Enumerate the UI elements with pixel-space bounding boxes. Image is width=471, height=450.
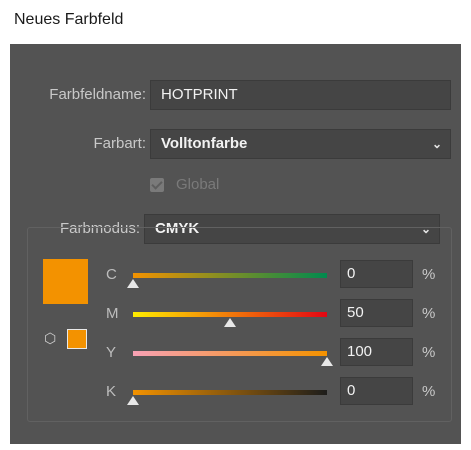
channel-m-slider[interactable]	[133, 312, 327, 317]
channel-k-value: 0	[347, 382, 356, 399]
channel-c-label: C	[106, 266, 117, 283]
global-label: Global	[176, 176, 220, 193]
color-type-select[interactable]: Volltonfarbe ⌄	[150, 129, 451, 159]
window-title: Neues Farbfeld	[14, 11, 124, 28]
channel-k-unit: %	[422, 383, 436, 400]
gamut-swatch[interactable]	[67, 329, 87, 349]
channel-m-slider-thumb[interactable]	[224, 318, 236, 327]
channel-c-input[interactable]: 0	[340, 260, 413, 288]
channel-y-value: 100	[347, 343, 373, 360]
swatch-name-value: HOTPRINT	[161, 86, 238, 103]
channel-c-unit: %	[422, 266, 436, 283]
channel-m-unit: %	[422, 305, 436, 322]
global-checkbox[interactable]	[150, 178, 164, 192]
channel-k-slider[interactable]	[133, 390, 327, 395]
channel-k-input[interactable]: 0	[340, 377, 413, 405]
swatch-name-label: Farbfeldname:	[49, 86, 146, 103]
channel-y-input[interactable]: 100	[340, 338, 413, 366]
color-type-value: Volltonfarbe	[161, 135, 248, 152]
channel-c-slider-thumb[interactable]	[127, 279, 139, 288]
channel-k-label: K	[106, 383, 117, 400]
color-type-label: Farbart:	[93, 135, 146, 152]
channel-y-unit: %	[422, 344, 436, 361]
cube-icon[interactable]: ⬡	[44, 330, 56, 347]
channel-c-value: 0	[347, 265, 356, 282]
channel-m-value: 50	[347, 304, 364, 321]
channel-y-slider[interactable]	[133, 351, 327, 356]
chevron-down-icon: ⌄	[431, 137, 442, 151]
channel-y-slider-thumb[interactable]	[321, 357, 333, 366]
channel-k-slider-thumb[interactable]	[127, 396, 139, 405]
channel-m-label: M	[106, 305, 119, 322]
channel-c-slider[interactable]	[133, 273, 327, 278]
title-bar: Neues Farbfeld	[0, 0, 471, 44]
channel-m-input[interactable]: 50	[340, 299, 413, 327]
channel-y-label: Y	[106, 344, 117, 361]
swatch-name-input[interactable]: HOTPRINT	[150, 80, 451, 110]
color-preview-swatch	[43, 259, 88, 304]
window-bottom-edge	[0, 444, 471, 450]
